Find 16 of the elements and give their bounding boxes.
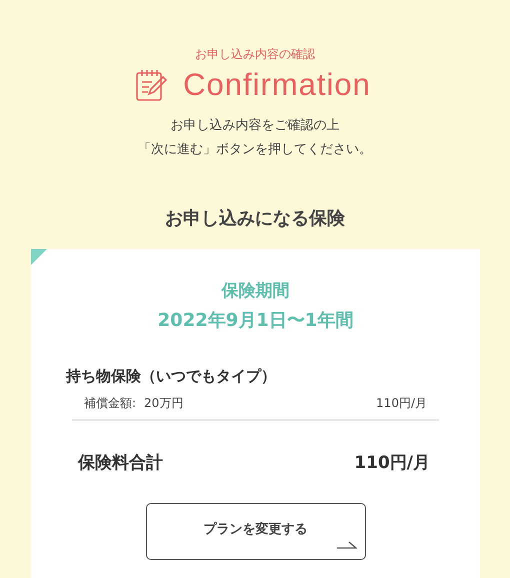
period-value: 2022年9月1日〜1年間 [158, 309, 354, 333]
insurance-name: 持ち物保険（いつでもタイプ） [66, 366, 277, 386]
total-label: 保険料合計 [78, 452, 163, 474]
instruction-text: 「次に進む」ボタンを押してください。 [138, 141, 372, 159]
coverage-label: 補償金額: [84, 395, 136, 411]
item-price: 110円/月 [376, 395, 427, 411]
total-value: 110円/月 [354, 452, 430, 474]
notepad-pen-icon [135, 68, 168, 102]
corner-mark [31, 249, 47, 265]
page-title: Confirmation [183, 66, 371, 104]
coverage-value: 20万円 [144, 395, 184, 411]
section-heading: お申し込みになる保険 [165, 207, 345, 231]
period-label: 保険期間 [222, 280, 290, 302]
change-plan-button[interactable]: プランを変更する [146, 503, 366, 560]
instruction-text: お申し込み内容をご確認の上 [170, 117, 340, 135]
eyebrow-text: お申し込み内容の確認 [195, 46, 315, 62]
